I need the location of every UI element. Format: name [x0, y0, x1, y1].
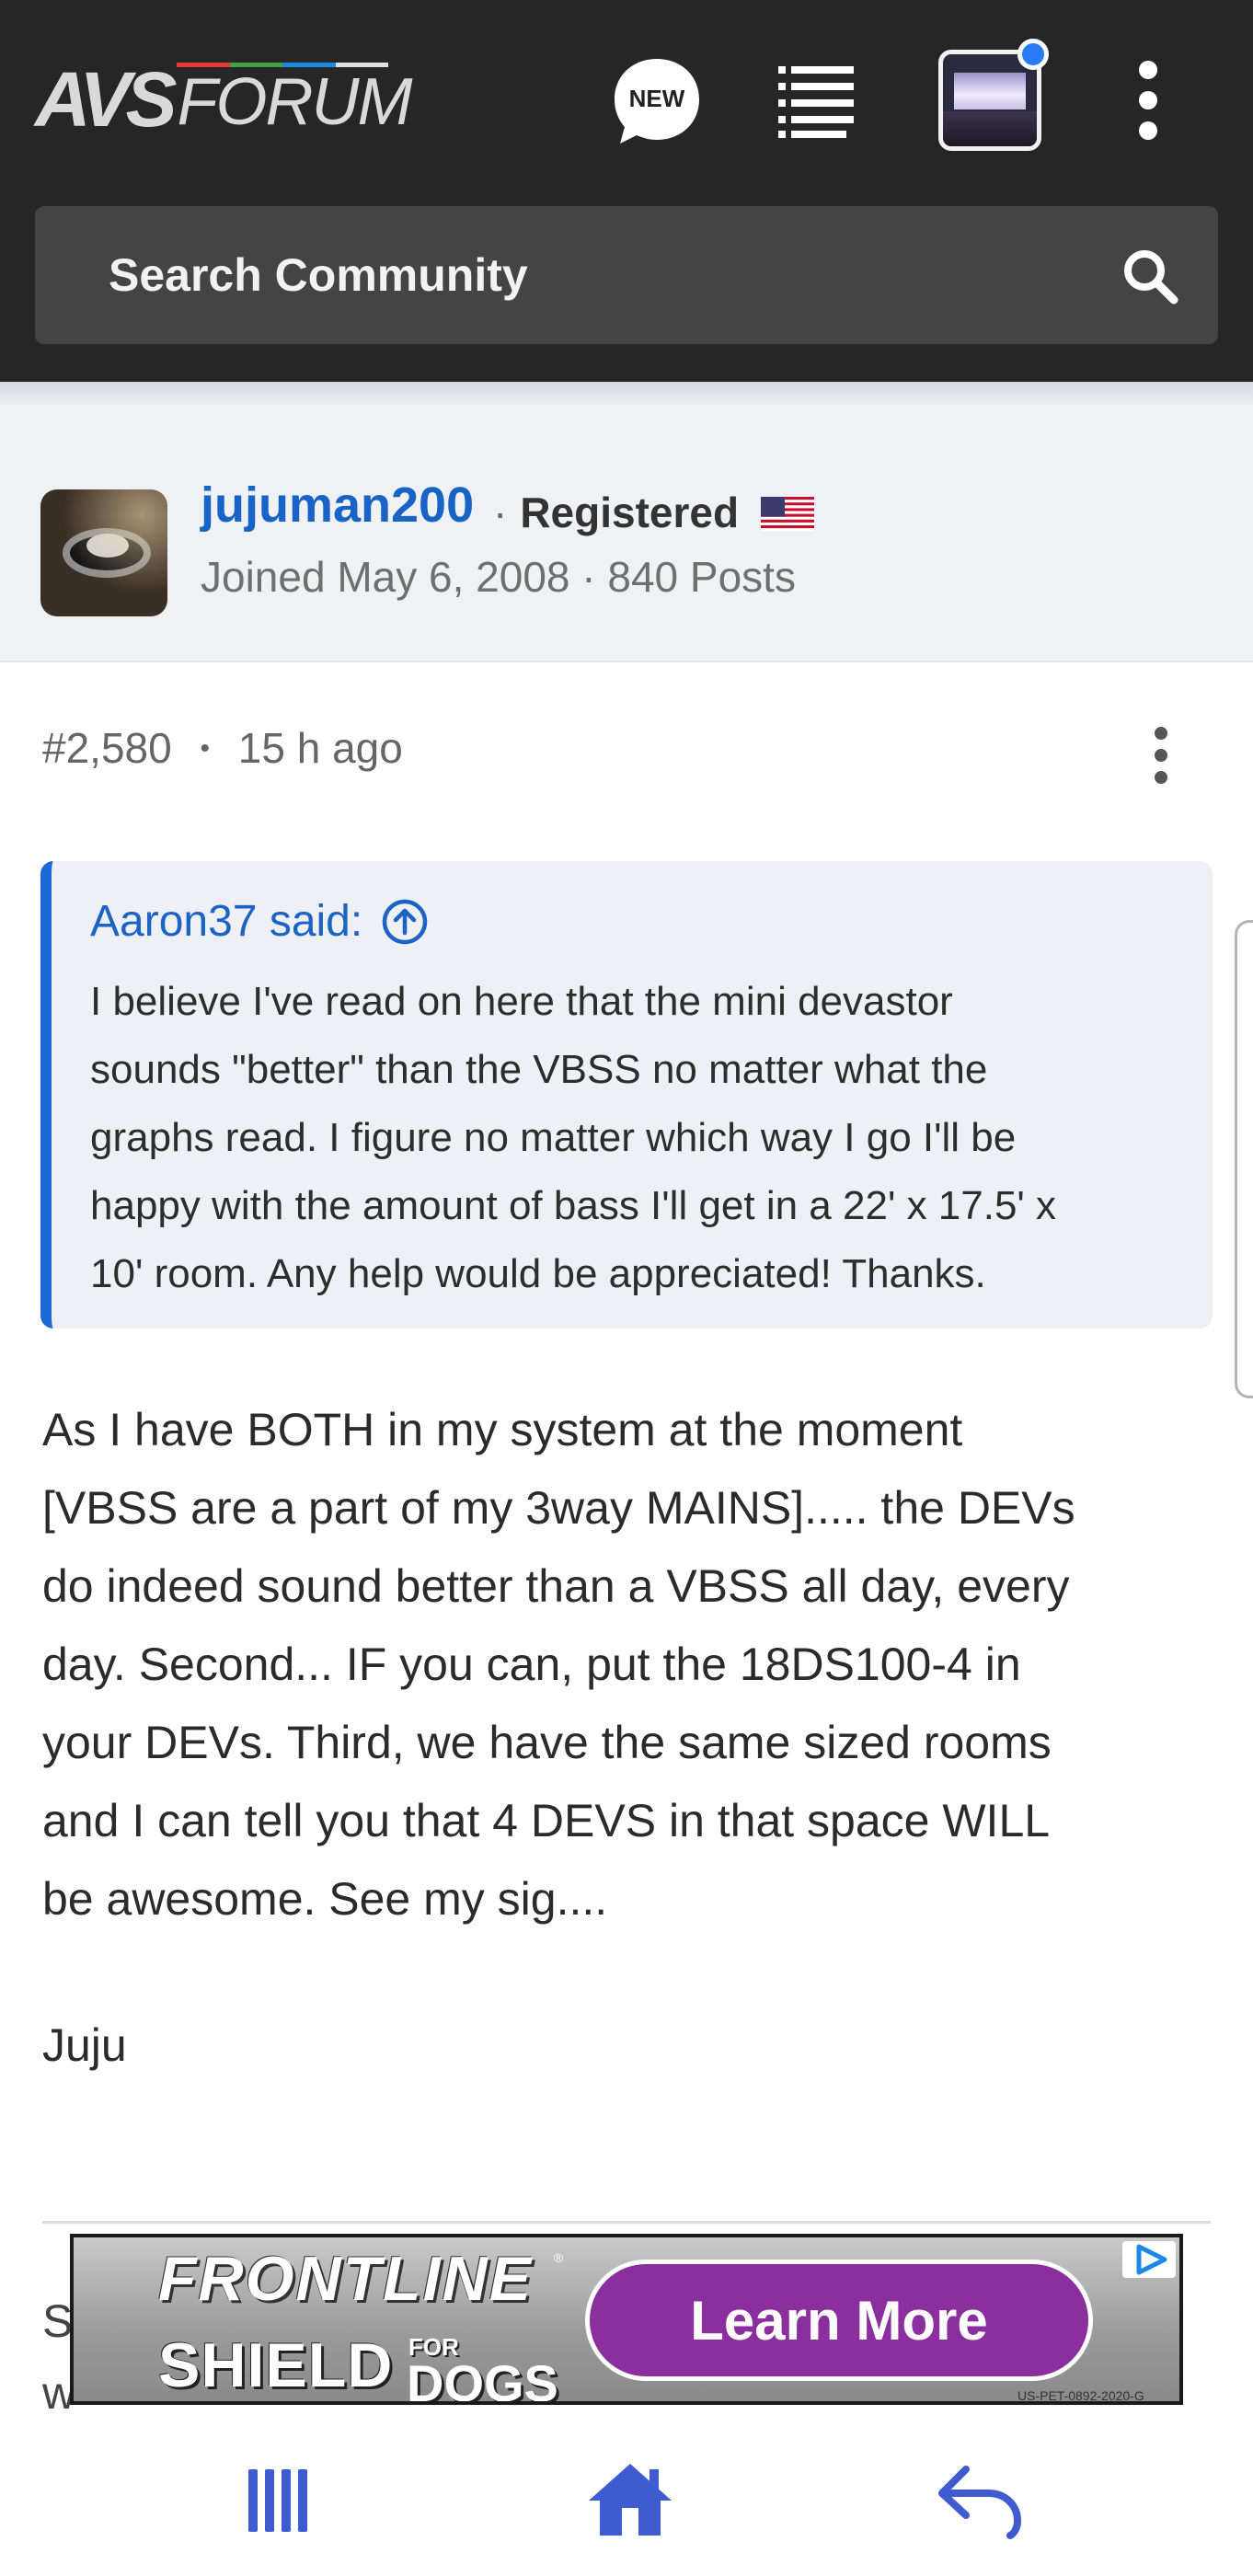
- post-timestamp: 15 h ago: [237, 724, 403, 772]
- quote-body: I believe I've read on here that the min…: [90, 968, 1194, 1308]
- adchoices-icon[interactable]: [1122, 2241, 1176, 2278]
- avatar-image-screen: [954, 73, 1026, 109]
- quote-line: graphs read. I figure no matter which wa…: [90, 1115, 1017, 1160]
- quote-author[interactable]: Aaron37 said:: [90, 896, 362, 947]
- body-line: day. Second... IF you can, put the 18DS1…: [42, 1639, 1021, 1690]
- author-role: · Registered: [493, 488, 815, 537]
- author-joined-info: Joined May 6, 2008 · 840 Posts: [201, 553, 796, 601]
- post-number-link[interactable]: #2,580: [42, 724, 172, 772]
- post-menu-dot-2: [1155, 749, 1167, 762]
- author-username-link[interactable]: jujuman200: [201, 477, 474, 534]
- post-meta: #2,580 • 15 h ago: [42, 723, 403, 773]
- vertical-dots-icon: [1139, 61, 1157, 79]
- home-button[interactable]: [580, 2456, 681, 2539]
- meta-bullet: •: [200, 733, 210, 764]
- quote-line: I believe I've read on here that the min…: [90, 979, 953, 1024]
- body-line: be awesome. See my sig....: [42, 1873, 608, 1925]
- system-navigation-bar: [0, 2410, 1253, 2576]
- role-separator: ·: [493, 489, 508, 536]
- recent-apps-icon: [248, 2469, 307, 2532]
- role-label: Registered: [520, 489, 740, 536]
- post-body: As I have BOTH in my system at the momen…: [42, 1391, 1220, 1938]
- advertisement-banner[interactable]: FRONTLINE ® SHIELD FOR DOGS Learn More U…: [70, 2234, 1183, 2405]
- back-arrow-icon: [938, 2466, 1022, 2539]
- recent-apps-button[interactable]: [230, 2456, 331, 2539]
- avatar-photo-light: [40, 489, 167, 616]
- quoted-post: Aaron37 said: I believe I've read on her…: [40, 861, 1213, 1328]
- quote-line: 10' room. Any help would be appreciated!…: [90, 1251, 986, 1296]
- logo-forum-label: FORUM: [177, 65, 412, 139]
- logo-forum-text: FORUM: [177, 63, 412, 139]
- ad-legal-code: US-PET-0892-2020-G: [1017, 2388, 1144, 2403]
- body-line: and I can tell you that 4 DEVS in that s…: [42, 1795, 1051, 1846]
- us-flag-icon: [761, 494, 815, 531]
- body-line: your DEVs. Third, we have the same sized…: [42, 1717, 1052, 1768]
- post-author-panel: jujuman200 · Registered Joined May 6, 20…: [0, 405, 1253, 662]
- home-icon: [589, 2464, 672, 2536]
- activity-list-button[interactable]: [778, 64, 854, 138]
- ad-brand-dogs: DOGS: [407, 2354, 558, 2405]
- body-line: do indeed sound better than a VBSS all d…: [42, 1560, 1070, 1612]
- search-bar[interactable]: Search Community: [35, 206, 1218, 344]
- signature-peek-text: S: [42, 2295, 74, 2347]
- post-menu-dot-3: [1155, 771, 1167, 784]
- quote-line: happy with the amount of bass I'll get i…: [90, 1183, 1057, 1228]
- arrow-up-circle-icon[interactable]: [381, 898, 429, 946]
- vertical-dot-middle: [1139, 91, 1157, 109]
- list-icon: [778, 66, 854, 138]
- ad-brand-shield: SHIELD: [158, 2330, 394, 2400]
- more-options-button[interactable]: [1133, 59, 1163, 142]
- body-line: As I have BOTH in my system at the momen…: [42, 1404, 963, 1455]
- new-posts-button[interactable]: NEW: [611, 55, 703, 147]
- author-avatar[interactable]: [40, 489, 167, 616]
- top-app-bar: AVS FORUM NEW Search Community: [0, 0, 1253, 382]
- quote-header[interactable]: Aaron37 said:: [90, 896, 429, 947]
- new-badge-label: NEW: [628, 85, 685, 112]
- ad-brand-frontline: FRONTLINE: [158, 2244, 534, 2314]
- back-button[interactable]: [929, 2456, 1030, 2539]
- signature-divider: [42, 2221, 1211, 2224]
- ad-learn-more-button[interactable]: Learn More: [585, 2260, 1093, 2381]
- search-input[interactable]: Search Community: [109, 248, 528, 302]
- side-scroll-handle[interactable]: [1235, 920, 1253, 1398]
- logo-color-stripes: [177, 63, 389, 67]
- post-options-button[interactable]: [1152, 723, 1174, 788]
- ad-registered-mark: ®: [554, 2250, 564, 2265]
- vertical-dot-bottom: [1139, 121, 1157, 140]
- post-signoff: Juju: [42, 2019, 127, 2071]
- avatar-image-room: [943, 111, 1037, 146]
- notification-dot: [1017, 39, 1049, 70]
- quote-line: sounds "better" than the VBSS no matter …: [90, 1047, 988, 1092]
- avs-forum-logo[interactable]: AVS FORUM: [35, 56, 412, 143]
- logo-avs-text: AVS: [35, 56, 178, 143]
- vertical-dots-icon: [1155, 727, 1167, 740]
- body-line: [VBSS are a part of my 3way MAINS]..... …: [42, 1482, 1075, 1534]
- search-icon[interactable]: [1121, 247, 1179, 305]
